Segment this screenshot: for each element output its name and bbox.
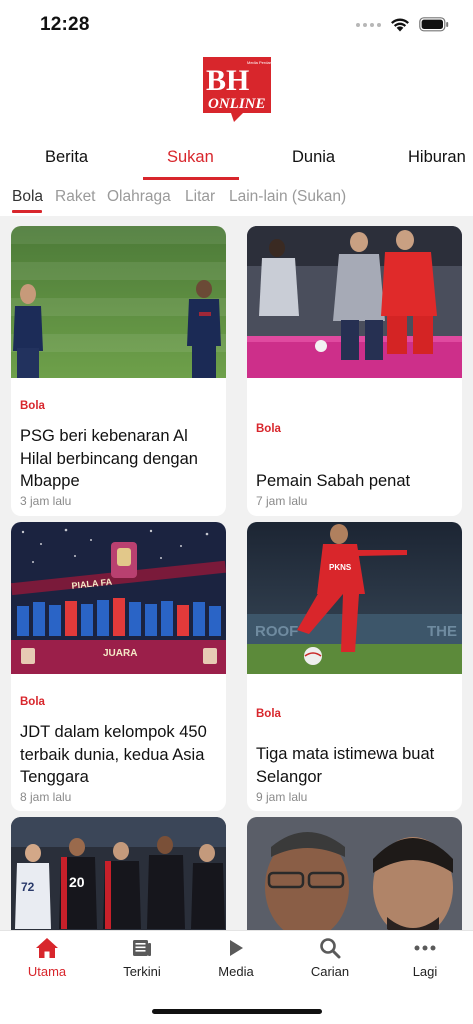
- tab-sukan[interactable]: Sukan: [167, 148, 214, 167]
- football-pitch-players-photo: [11, 226, 226, 378]
- tab-berita[interactable]: Berita: [45, 148, 88, 167]
- article-card[interactable]: 72 20: [11, 817, 226, 930]
- cellular-signal-icon: [356, 22, 381, 27]
- nav-carian[interactable]: Carian: [290, 935, 370, 979]
- secondary-tabs: Bola Raket Olahraga Litar Lain-lain (Suk…: [0, 185, 473, 215]
- article-title[interactable]: Tiga mata istimewa buat Selangor: [256, 743, 456, 788]
- jersey-number-text: 20: [69, 874, 85, 890]
- nav-utama[interactable]: Utama: [7, 935, 87, 979]
- nav-label: Media: [218, 964, 254, 979]
- status-bar: 12:28: [0, 0, 473, 52]
- nav-label: Utama: [27, 964, 67, 979]
- nav-label: Terkini: [123, 964, 161, 979]
- article-category: Bola: [20, 696, 45, 708]
- status-icons: [356, 17, 449, 32]
- nav-media[interactable]: Media: [196, 935, 276, 979]
- article-title[interactable]: JDT dalam kelompok 450 terbaik dunia, ke…: [20, 721, 220, 789]
- article-category: Bola: [256, 423, 281, 435]
- article-card[interactable]: Bola PSG beri kebenaran Al Hilal berbinc…: [11, 226, 226, 516]
- news-icon: [133, 940, 151, 956]
- article-card[interactable]: [247, 817, 462, 930]
- subtab-olahraga[interactable]: Olahraga: [107, 188, 171, 206]
- trophy-celebration-photo: PIALA FA JUARA: [11, 522, 226, 674]
- article-title[interactable]: Pemain Sabah penat: [256, 470, 456, 493]
- home-indicator[interactable]: [152, 1009, 322, 1014]
- article-title[interactable]: PSG beri kebenaran Al Hilal berbincang d…: [20, 425, 220, 493]
- search-icon: [320, 938, 341, 959]
- subtab-litar[interactable]: Litar: [185, 188, 215, 206]
- article-time: 3 jam lalu: [20, 494, 72, 508]
- article-card[interactable]: ROOF THE PKNS Bola Tiga mata istimewa bu…: [247, 522, 462, 811]
- active-tab-indicator: [143, 177, 239, 180]
- article-grid: Bola PSG beri kebenaran Al Hilal berbinc…: [0, 216, 473, 930]
- shirt-sponsor-text: PKNS: [329, 563, 352, 572]
- article-category: Bola: [20, 400, 45, 412]
- article-time: 7 jam lalu: [256, 494, 308, 508]
- home-icon: [36, 938, 58, 958]
- nav-lagi[interactable]: Lagi: [385, 935, 465, 979]
- svg-text:Media Perdana: Media Perdana: [247, 60, 271, 65]
- article-time: 9 jam lalu: [256, 790, 308, 804]
- football-match-action-photo: [247, 226, 462, 378]
- subtab-bola[interactable]: Bola: [12, 188, 43, 206]
- svg-text:ONLINE: ONLINE: [208, 96, 266, 112]
- bh-online-logo[interactable]: Media Perdana BH ONLINE: [203, 57, 275, 123]
- primary-tabs: Berita Sukan Dunia Hiburan: [0, 140, 473, 180]
- player-kicking-ball-photo: ROOF THE PKNS: [247, 522, 462, 674]
- subtab-lain-lain[interactable]: Lain-lain (Sukan): [229, 188, 346, 206]
- nav-label: Carian: [310, 964, 350, 979]
- battery-icon: [419, 17, 449, 32]
- status-time: 12:28: [40, 14, 90, 35]
- article-category: Bola: [256, 708, 281, 720]
- svg-text:72: 72: [21, 880, 35, 894]
- article-card[interactable]: PIALA FA JUARA Bola JDT dalam kelompok 4…: [11, 522, 226, 811]
- play-icon: [230, 940, 243, 956]
- active-subtab-indicator: [12, 210, 42, 213]
- tab-hiburan[interactable]: Hiburan: [408, 148, 466, 167]
- subtab-raket[interactable]: Raket: [55, 188, 96, 206]
- tab-dunia[interactable]: Dunia: [292, 148, 335, 167]
- article-time: 8 jam lalu: [20, 790, 72, 804]
- team-players-photo: 72 20: [11, 817, 226, 930]
- stadium-sign-text: ROOF: [255, 623, 298, 640]
- officials-portrait-photo: [247, 817, 462, 930]
- article-card[interactable]: Bola Pemain Sabah penat 7 jam lalu: [247, 226, 462, 516]
- nav-terkini[interactable]: Terkini: [102, 935, 182, 979]
- more-icon: [414, 945, 436, 951]
- wifi-icon: [391, 18, 409, 32]
- banner-text: JUARA: [103, 648, 137, 659]
- svg-text:BH: BH: [206, 64, 249, 97]
- stadium-sign-text: THE: [427, 623, 457, 640]
- nav-label: Lagi: [412, 964, 438, 979]
